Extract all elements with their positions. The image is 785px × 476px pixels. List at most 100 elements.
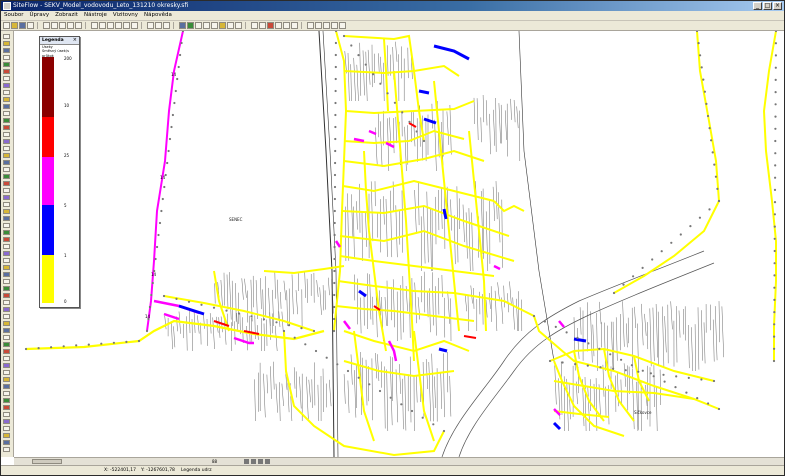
next-page-icon[interactable] <box>258 459 263 464</box>
tool-button-icon[interactable] <box>3 405 10 410</box>
tool-button-icon[interactable] <box>3 307 10 312</box>
legend-panel[interactable]: Legenda × Úseky Směsný úsek/s průtok 200… <box>39 36 80 308</box>
tool-button-icon[interactable] <box>3 356 10 361</box>
network-map[interactable]: SENEC Sičkovce 14 14 14 14 <box>14 31 784 457</box>
binoculars-icon[interactable] <box>315 22 322 29</box>
valve-icon[interactable] <box>203 22 210 29</box>
tool-button-icon[interactable] <box>3 335 10 340</box>
tool-button-icon[interactable] <box>3 342 10 347</box>
scrollbar-thumb[interactable] <box>32 459 62 464</box>
tool-button-icon[interactable] <box>3 272 10 277</box>
tool-button-icon[interactable] <box>3 279 10 284</box>
cut-icon[interactable] <box>43 22 50 29</box>
prev-page-icon[interactable] <box>251 459 256 464</box>
tool-button-icon[interactable] <box>3 440 10 445</box>
tool-button-icon[interactable] <box>3 321 10 326</box>
tool-button-icon[interactable] <box>3 125 10 130</box>
map-canvas[interactable]: SENEC Sičkovce 14 14 14 14 <box>14 31 784 457</box>
reservoir-icon[interactable] <box>227 22 234 29</box>
tool-button-icon[interactable] <box>3 447 10 452</box>
tool-button-icon[interactable] <box>3 293 10 298</box>
maximize-icon[interactable]: □ <box>763 2 772 10</box>
tool-button-icon[interactable] <box>3 181 10 186</box>
tool-button-icon[interactable] <box>3 167 10 172</box>
pipe-icon[interactable] <box>195 22 202 29</box>
tool-button-icon[interactable] <box>3 174 10 179</box>
tool-button-icon[interactable] <box>3 384 10 389</box>
find-icon[interactable] <box>307 22 314 29</box>
tool-button-icon[interactable] <box>3 265 10 270</box>
zoom-in-icon[interactable] <box>91 22 98 29</box>
new-file-icon[interactable] <box>3 22 10 29</box>
menu-vizitovny[interactable]: Vizitovny <box>113 11 138 20</box>
tool-button-icon[interactable] <box>3 55 10 60</box>
select-area-icon[interactable] <box>155 22 162 29</box>
tool-button-icon[interactable] <box>3 153 10 158</box>
filter-icon[interactable] <box>331 22 338 29</box>
close-icon[interactable]: × <box>773 2 782 10</box>
tool-button-icon[interactable] <box>3 300 10 305</box>
menu-upravy[interactable]: Úpravy <box>29 11 49 20</box>
first-page-icon[interactable] <box>244 459 249 464</box>
move-icon[interactable] <box>163 22 170 29</box>
menu-nastroje[interactable]: Nástroje <box>84 11 107 20</box>
measure-icon[interactable] <box>259 22 266 29</box>
tool-button-icon[interactable] <box>3 363 10 368</box>
select-icon[interactable] <box>147 22 154 29</box>
tool-button-icon[interactable] <box>3 412 10 417</box>
tool-button-icon[interactable] <box>3 41 10 46</box>
tool-button-icon[interactable] <box>3 314 10 319</box>
copy-icon[interactable] <box>51 22 58 29</box>
tool-button-icon[interactable] <box>3 195 10 200</box>
tool-button-icon[interactable] <box>3 433 10 438</box>
tool-button-icon[interactable] <box>3 111 10 116</box>
redo-icon[interactable] <box>75 22 82 29</box>
tool-button-icon[interactable] <box>3 377 10 382</box>
pump-icon[interactable] <box>211 22 218 29</box>
tool-button-icon[interactable] <box>3 216 10 221</box>
hydrant-icon[interactable] <box>235 22 242 29</box>
results-icon[interactable] <box>275 22 282 29</box>
last-page-icon[interactable] <box>265 459 270 464</box>
tool-button-icon[interactable] <box>3 391 10 396</box>
tool-button-icon[interactable] <box>3 237 10 242</box>
refresh-icon[interactable] <box>131 22 138 29</box>
tool-button-icon[interactable] <box>3 90 10 95</box>
tool-button-icon[interactable] <box>3 118 10 123</box>
zoom-extents-icon[interactable] <box>115 22 122 29</box>
tool-button-icon[interactable] <box>3 370 10 375</box>
node-icon[interactable] <box>187 22 194 29</box>
pan-icon[interactable] <box>123 22 130 29</box>
title-bar[interactable]: SiteFlow - SEKV_Model_vodovodu_Leto_1312… <box>1 1 784 11</box>
minimize-icon[interactable]: _ <box>753 2 762 10</box>
tool-button-icon[interactable] <box>3 132 10 137</box>
options-icon[interactable] <box>339 22 346 29</box>
tool-button-icon[interactable] <box>3 188 10 193</box>
layer-icon[interactable] <box>179 22 186 29</box>
tool-button-icon[interactable] <box>3 104 10 109</box>
tool-button-icon[interactable] <box>3 286 10 291</box>
calculate-icon[interactable] <box>267 22 274 29</box>
tool-button-icon[interactable] <box>3 328 10 333</box>
label-icon[interactable] <box>251 22 258 29</box>
paste-icon[interactable] <box>59 22 66 29</box>
tool-button-icon[interactable] <box>3 419 10 424</box>
tool-button-icon[interactable] <box>3 34 10 39</box>
tank-icon[interactable] <box>219 22 226 29</box>
tool-button-icon[interactable] <box>3 76 10 81</box>
horizontal-scrollbar[interactable]: 88 <box>14 457 784 465</box>
undo-icon[interactable] <box>67 22 74 29</box>
print-icon[interactable] <box>27 22 34 29</box>
menu-zobrazit[interactable]: Zobrazit <box>55 11 78 20</box>
tool-button-icon[interactable] <box>3 398 10 403</box>
graph-icon[interactable] <box>291 22 298 29</box>
tool-button-icon[interactable] <box>3 83 10 88</box>
save-icon[interactable] <box>19 22 26 29</box>
menu-napoveda[interactable]: Nápověda <box>144 11 172 20</box>
open-folder-icon[interactable] <box>11 22 18 29</box>
tool-button-icon[interactable] <box>3 62 10 67</box>
tool-button-icon[interactable] <box>3 426 10 431</box>
tool-button-icon[interactable] <box>3 48 10 53</box>
tool-button-icon[interactable] <box>3 258 10 263</box>
legend-header[interactable]: Legenda × <box>40 37 79 45</box>
